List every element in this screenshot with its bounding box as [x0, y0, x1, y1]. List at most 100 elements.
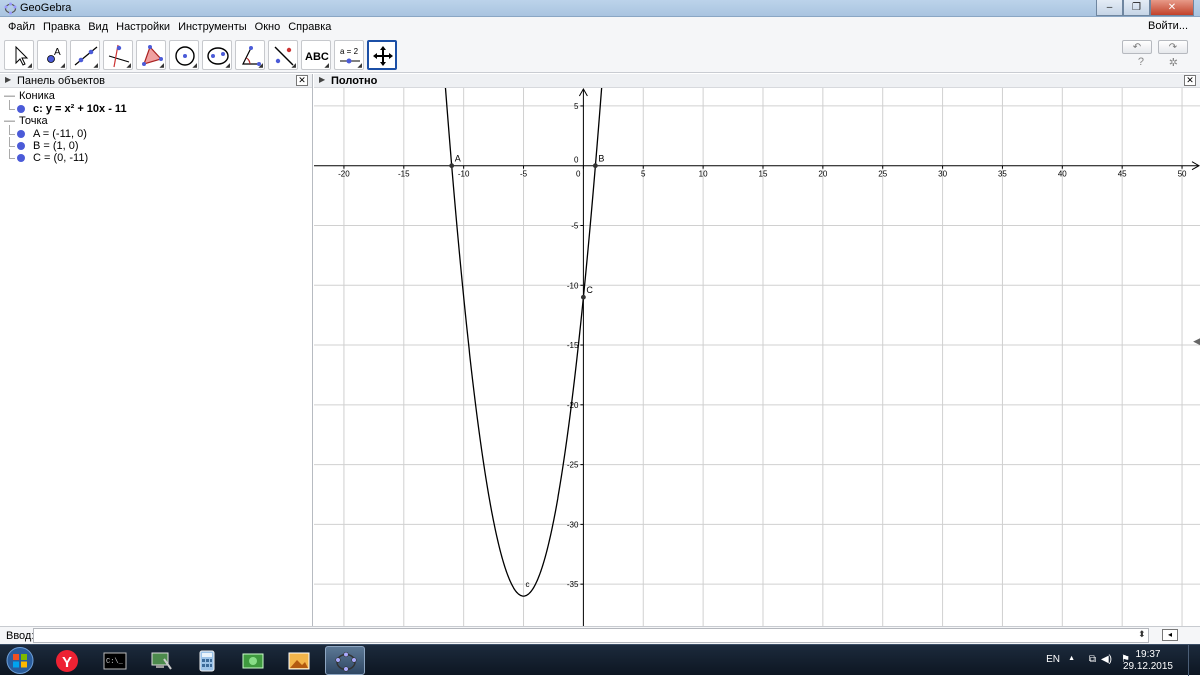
angle-tool-button[interactable]: ◢ [235, 40, 265, 70]
windows-taskbar: Y C:\_ EN ▲ ⧉ ◀) ⚑ 19:37 29.12.2015 [0, 644, 1200, 676]
x-tick-label: 50 [1178, 170, 1187, 179]
x-tick-label: 0 [576, 170, 581, 179]
tree-item-conic-c[interactable]: c: y = x² + 10x - 11 [0, 100, 312, 115]
input-history-stepper-icon[interactable]: ⬍ [1138, 629, 1146, 640]
money-icon [242, 653, 264, 669]
tree-item-point-c[interactable]: C = (0, -11) [0, 149, 312, 164]
text-tool-button[interactable]: ABC ◢ [301, 40, 331, 70]
taskbar-app-calculator[interactable] [187, 646, 227, 675]
circle-tool-button[interactable]: ◢ [169, 40, 199, 70]
x-tick-label: 15 [759, 170, 768, 179]
system-tool-icon [151, 652, 172, 670]
help-icon[interactable]: ? [1138, 56, 1144, 68]
taskbar-app-yandex-browser[interactable]: Y [47, 646, 87, 675]
svg-text:Y: Y [62, 654, 72, 671]
clock-date: 29.12.2015 [1122, 661, 1173, 672]
point-a [449, 163, 455, 169]
group-name: Точка [19, 115, 48, 127]
close-panel-button[interactable]: ✕ [296, 75, 308, 86]
move-graphics-tool-button[interactable] [367, 40, 397, 70]
close-button[interactable]: ✕ [1150, 0, 1194, 16]
object-definition: C = (0, -11) [33, 152, 89, 164]
graphics-canvas[interactable]: -20 -15 -10 -5 0 5 10 15 20 25 30 35 40 45 5050-5-10-1… [314, 88, 1200, 626]
taskbar-app-money[interactable] [233, 646, 273, 675]
y-tick-label: -35 [567, 580, 579, 589]
point-tool-button[interactable]: A ◢ [37, 40, 67, 70]
point-b [592, 163, 598, 169]
visibility-toggle-icon[interactable] [17, 142, 25, 150]
taskbar-app-image-viewer[interactable] [279, 646, 319, 675]
visibility-toggle-icon[interactable] [17, 105, 25, 113]
taskbar-app-command-prompt[interactable]: C:\_ [95, 646, 135, 675]
show-desktop-button[interactable] [1188, 645, 1200, 676]
yandex-browser-icon: Y [56, 650, 78, 672]
volume-icon[interactable]: ◀) [1101, 654, 1112, 665]
toolbar: ◢ A ◢ ◢ ◢ ◢ ◢ ◢ ◢ ◢ ABC ◢ a = 2 ◢ ↶ ↷ ? … [0, 37, 1200, 73]
taskbar-app-system-tool[interactable] [141, 646, 181, 675]
point-label: A [455, 154, 461, 164]
input-bar: Ввод: ⬍ ◂ [0, 626, 1200, 644]
polygon-tool-button[interactable]: ◢ [136, 40, 166, 70]
taskbar-app-geogebra[interactable] [325, 646, 365, 675]
tree-group-point[interactable]: — Точка [0, 115, 312, 128]
clock[interactable]: 19:37 29.12.2015 [1123, 649, 1173, 673]
move-tool-button[interactable]: ◢ [4, 40, 34, 70]
y-tick-label: 5 [574, 102, 579, 111]
graphics-panel-title: Полотно [331, 75, 378, 87]
maximize-button[interactable]: ❐ [1123, 0, 1150, 16]
x-tick-label: 30 [938, 170, 947, 179]
menu-file[interactable]: Файл [4, 21, 39, 33]
calculator-icon [199, 650, 215, 672]
close-panel-button[interactable]: ✕ [1184, 75, 1196, 86]
perpendicular-tool-button[interactable]: ◢ [103, 40, 133, 70]
command-prompt-icon: C:\_ [103, 652, 127, 670]
algebra-panel-header[interactable]: ▶ Панель объектов ✕ [0, 74, 312, 88]
undo-button[interactable]: ↶ [1122, 40, 1152, 54]
y-tick-label: 0 [574, 156, 579, 165]
minimize-button[interactable]: ‒ [1096, 0, 1123, 16]
x-tick-label: -20 [338, 170, 350, 179]
menu-view[interactable]: Вид [84, 21, 112, 33]
tree-item-point-a[interactable]: A = (-11, 0) [0, 125, 312, 140]
network-icon[interactable]: ⧉ [1089, 654, 1096, 665]
slider-tool-button[interactable]: a = 2 ◢ [334, 40, 364, 70]
gear-icon[interactable]: ✲ [1169, 56, 1178, 69]
language-indicator[interactable]: EN [1046, 654, 1060, 665]
point-label: B [598, 154, 604, 164]
expand-side-panel-icon[interactable]: ◀ [1193, 336, 1200, 347]
undo-icon: ↶ [1132, 41, 1142, 53]
login-link[interactable]: Войти... [1148, 20, 1188, 32]
x-tick-label: 25 [878, 170, 887, 179]
menu-bar: Файл Правка Вид Настройки Инструменты Ок… [0, 17, 1200, 37]
object-definition: c: y = x² + 10x - 11 [33, 103, 127, 115]
visibility-toggle-icon[interactable] [17, 130, 25, 138]
show-hidden-icons-icon[interactable]: ▲ [1068, 655, 1075, 662]
tree-group-conic[interactable]: — Коника [0, 90, 312, 103]
redo-button[interactable]: ↷ [1158, 40, 1188, 54]
conic-tool-button[interactable]: ◢ [202, 40, 232, 70]
graphics-panel-header[interactable]: ▶ Полотно ✕ [314, 74, 1200, 88]
visibility-toggle-icon[interactable] [17, 154, 25, 162]
menu-window[interactable]: Окно [251, 21, 285, 33]
image-viewer-icon [288, 652, 310, 670]
panel-toggle-icon[interactable]: ▶ [319, 75, 325, 84]
start-button-icon[interactable] [3, 646, 37, 675]
virtual-keyboard-icon[interactable]: ◂ [1162, 629, 1178, 641]
tree-item-point-b[interactable]: B = (1, 0) [0, 137, 312, 152]
line-tool-button[interactable]: ◢ [70, 40, 100, 70]
reflect-tool-button[interactable]: ◢ [268, 40, 298, 70]
menu-help[interactable]: Справка [284, 21, 335, 33]
window-titlebar[interactable]: GeoGebra ‒ ❐ ✕ [0, 0, 1200, 17]
panel-toggle-icon[interactable]: ▶ [5, 75, 11, 84]
menu-tools[interactable]: Инструменты [174, 21, 251, 33]
command-input[interactable] [33, 628, 1149, 643]
menu-settings[interactable]: Настройки [112, 21, 174, 33]
system-tray: EN ▲ ⧉ ◀) ⚑ 19:37 29.12.2015 [1000, 645, 1200, 676]
y-tick-label: -30 [567, 520, 579, 529]
geogebra-logo-icon [4, 2, 17, 15]
point-label: C [586, 285, 593, 295]
move-graphics-view-icon [373, 46, 393, 66]
x-tick-label: 35 [998, 170, 1007, 179]
menu-edit[interactable]: Правка [39, 21, 84, 33]
x-tick-label: 10 [699, 170, 708, 179]
